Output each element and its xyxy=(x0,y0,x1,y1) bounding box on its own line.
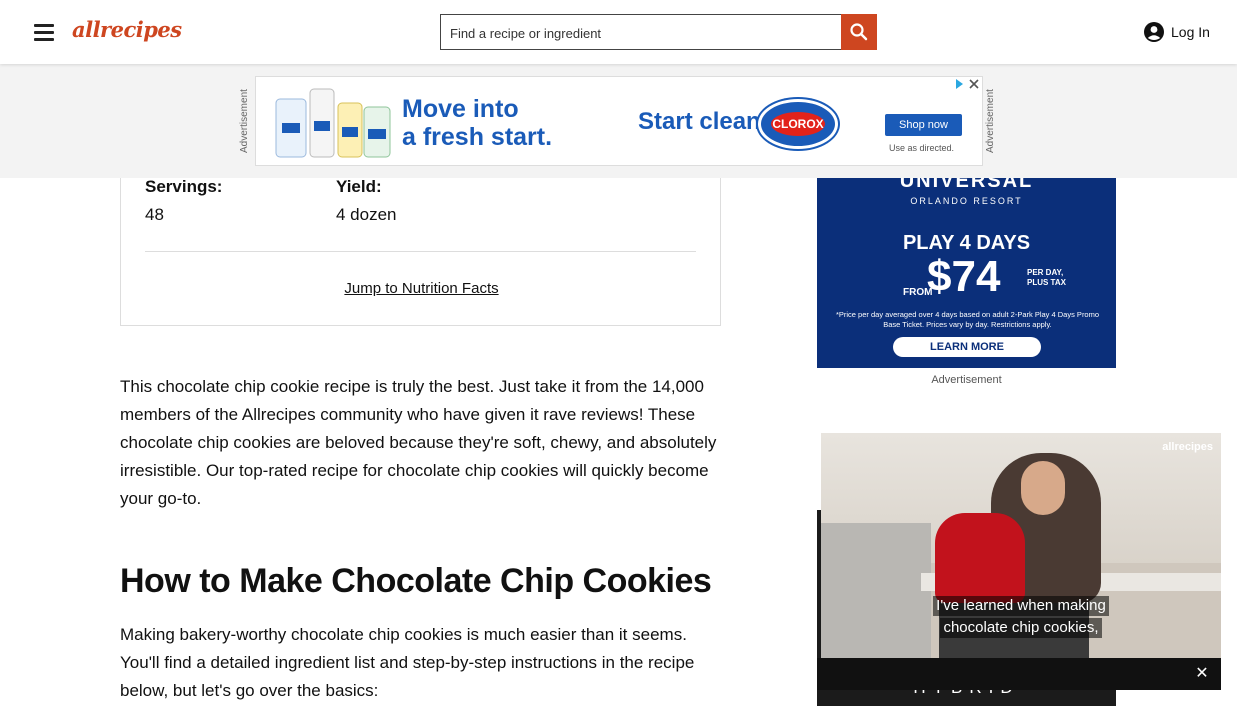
clorox-banner-ad[interactable]: Move into a fresh start. Start clean. CL… xyxy=(255,76,983,166)
video-presenter-face xyxy=(1021,461,1065,515)
clorox-logo: CLOROX xyxy=(758,99,838,149)
servings-label: Servings: xyxy=(145,177,223,196)
hamburger-menu-icon[interactable] xyxy=(30,20,58,44)
search-input[interactable] xyxy=(440,14,841,50)
yield-value: 4 dozen xyxy=(336,205,397,224)
video-close-icon[interactable]: ✕ xyxy=(1192,664,1212,684)
login-button[interactable]: Log In xyxy=(1143,21,1210,43)
video-cabinet xyxy=(821,523,931,658)
video-caption: I've learned when making chocolate chip … xyxy=(933,596,1109,640)
card-divider xyxy=(145,251,696,252)
ad-headline: Move into a fresh start. xyxy=(402,95,553,151)
sidebar-ad-label: Advertisement xyxy=(931,374,1002,386)
learn-more-button[interactable]: LEARN MORE xyxy=(893,337,1041,357)
search-bar xyxy=(440,14,877,50)
site-header: allrecipes Log In xyxy=(0,0,1237,64)
universal-brand-sub: ORLANDO RESORT xyxy=(910,196,1023,206)
servings-value: 48 xyxy=(145,205,164,224)
video-stand-mixer xyxy=(935,513,1025,603)
ad-disclaimer: Use as directed. xyxy=(889,143,955,153)
how-to-heading: How to Make Chocolate Chip Cookies xyxy=(120,562,712,600)
yield-label: Yield: xyxy=(336,177,382,196)
ad-choices-close-icon[interactable] xyxy=(954,78,980,90)
ad-fine-print: *Price per day averaged over 4 days base… xyxy=(835,310,1100,329)
video-control-bar xyxy=(817,658,1221,690)
login-label: Log In xyxy=(1171,24,1210,40)
ad-cta-text: Start clean. xyxy=(638,108,768,135)
account-icon xyxy=(1144,22,1164,42)
ad-price: $74 xyxy=(927,252,1001,301)
shop-now-button[interactable]: Shop now xyxy=(885,114,962,136)
ad-label-left: Advertisement xyxy=(239,89,250,153)
jump-to-nutrition-link[interactable]: Jump to Nutrition Facts xyxy=(121,280,722,297)
search-button[interactable] xyxy=(841,14,877,50)
recipe-intro: This chocolate chip cookie recipe is tru… xyxy=(120,377,717,508)
ad-label-right: Advertisement xyxy=(985,89,996,153)
video-player[interactable]: allrecipes I've learned when making choc… xyxy=(821,433,1221,658)
how-to-paragraph: Making bakery-worthy chocolate chip cook… xyxy=(120,625,695,700)
ad-price-note: PER DAY, PLUS TAX xyxy=(1027,268,1066,287)
video-brand-tag: allrecipes xyxy=(1162,441,1213,453)
allrecipes-logo[interactable]: allrecipes xyxy=(72,17,182,47)
bottles-image xyxy=(275,88,391,158)
search-icon xyxy=(850,23,868,41)
